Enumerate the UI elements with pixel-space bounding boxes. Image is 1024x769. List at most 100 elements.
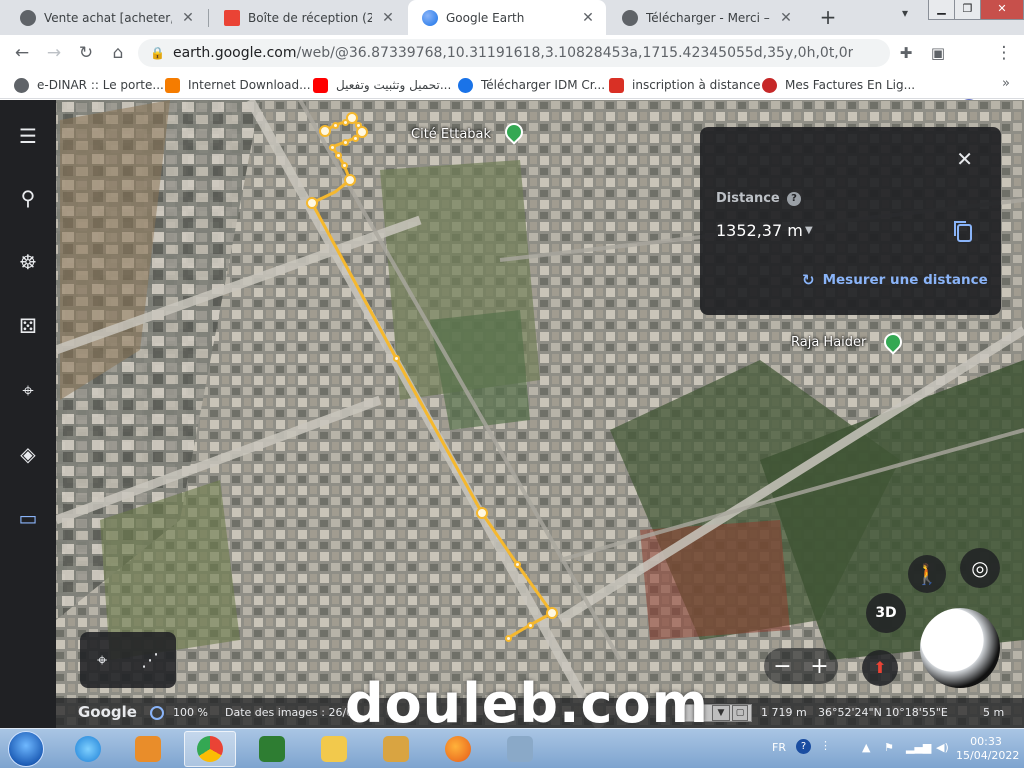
- help-icon[interactable]: ?: [796, 739, 811, 754]
- taskbar-app[interactable]: [370, 731, 422, 767]
- bookmark-item[interactable]: Mes Factures En Lig...: [762, 76, 915, 94]
- feeling-lucky-dice-icon[interactable]: ⚄: [14, 312, 42, 340]
- street-view-pegman-icon[interactable]: 🚶: [908, 555, 946, 593]
- side-panel-icon[interactable]: ▣: [924, 39, 952, 67]
- tab-google-earth[interactable]: Google Earth ✕: [408, 0, 606, 35]
- measure-point-handle[interactable]: [526, 621, 534, 629]
- measure-point-handle[interactable]: [546, 607, 558, 619]
- place-label[interactable]: Raja Haider: [791, 335, 866, 350]
- close-icon[interactable]: ✕: [956, 147, 973, 171]
- measure-point-handle[interactable]: [328, 143, 336, 151]
- measure-point-handle[interactable]: [306, 197, 318, 209]
- place-label[interactable]: Cité Ettabak: [411, 127, 491, 142]
- forward-arrow-icon[interactable]: →: [40, 39, 68, 67]
- measure-point-handle[interactable]: [344, 174, 356, 186]
- url-host: earth.google.com: [172, 45, 297, 61]
- tab-gmail[interactable]: Boîte de réception (27) - ✕: [210, 0, 406, 35]
- extensions-puzzle-icon[interactable]: ✚: [892, 39, 920, 67]
- copy-icon[interactable]: [952, 219, 974, 243]
- bookmark-item[interactable]: e-DINAR :: Le porte...: [14, 76, 164, 94]
- bookmark-item[interactable]: تحميل وتثبيت وتفعيل...: [313, 76, 451, 94]
- measure-distance-button[interactable]: ↻ Mesurer une distance: [802, 271, 988, 289]
- address-bar[interactable]: 🔒 earth.google.com/web/@36.87339768,10.3…: [138, 39, 890, 67]
- flag-icon[interactable]: ⚑: [884, 741, 894, 754]
- more-bookmarks-icon[interactable]: »: [1002, 76, 1010, 91]
- measure-point-handle[interactable]: [392, 354, 400, 362]
- clock[interactable]: 00:33 15/04/2022: [956, 735, 1020, 763]
- distance-value[interactable]: 1352,37 m: [716, 221, 803, 240]
- taskbar-explorer[interactable]: [308, 731, 360, 767]
- draw-line-icon[interactable]: ⋰: [141, 650, 159, 671]
- voyager-helm-icon[interactable]: ☸: [14, 248, 42, 276]
- taskbar-firefox[interactable]: [432, 731, 484, 767]
- back-arrow-icon[interactable]: ←: [8, 39, 36, 67]
- bookmark-item[interactable]: Télécharger IDM Cr...: [458, 76, 605, 94]
- add-placemark-icon[interactable]: ⌖: [97, 650, 107, 671]
- measure-point-handle[interactable]: [319, 125, 331, 137]
- bookmark-label: Internet Download...: [188, 78, 311, 92]
- measure-point-handle[interactable]: [341, 138, 349, 146]
- language-indicator[interactable]: FR: [772, 741, 786, 754]
- loading-ring-icon: [150, 706, 164, 720]
- globe-overview-icon[interactable]: [920, 608, 1000, 688]
- start-button[interactable]: [8, 731, 44, 767]
- help-icon[interactable]: ?: [787, 192, 801, 206]
- projects-pin-icon[interactable]: ⌖: [14, 376, 42, 404]
- hamburger-menu-icon[interactable]: ☰: [14, 122, 42, 150]
- unit-dropdown-chevron-icon[interactable]: ▼: [805, 225, 813, 236]
- taskbar-media[interactable]: [122, 731, 174, 767]
- close-icon[interactable]: ✕: [380, 10, 396, 26]
- taskbar-ie[interactable]: [62, 731, 114, 767]
- envelope-app-icon: [383, 736, 409, 762]
- search-icon[interactable]: ⚲: [14, 184, 42, 212]
- taskbar-chrome[interactable]: [184, 731, 236, 767]
- measure-distance-label: Mesurer une distance: [822, 272, 988, 288]
- close-icon[interactable]: ✕: [778, 10, 794, 26]
- close-icon[interactable]: ✕: [180, 10, 196, 26]
- gmail-icon: [224, 9, 240, 26]
- measure-point-handle[interactable]: [340, 161, 348, 169]
- measure-point-handle[interactable]: [476, 507, 488, 519]
- minimize-button[interactable]: ▁: [928, 0, 955, 20]
- drawing-tools: ⌖ ⋰: [80, 632, 176, 688]
- taskbar-app[interactable]: [246, 731, 298, 767]
- chrome-icon: [197, 736, 223, 762]
- tab-search-chevron-icon[interactable]: ▾: [895, 6, 915, 20]
- reload-icon[interactable]: ↻: [72, 39, 100, 67]
- taskbar-app[interactable]: [494, 731, 546, 767]
- tray-expand-icon[interactable]: ⋮: [820, 739, 831, 752]
- compass-icon[interactable]: ⬆: [862, 650, 898, 686]
- measure-ruler-icon[interactable]: ▭: [14, 504, 42, 532]
- maximize-button[interactable]: ❐: [954, 0, 981, 20]
- tab-vente-achat[interactable]: Vente achat [acheter,vend ✕: [6, 0, 206, 35]
- tab-telecharger[interactable]: Télécharger - Merci – Goo ✕: [608, 0, 804, 35]
- measure-point-handle[interactable]: [331, 121, 339, 129]
- site-icon: [458, 77, 473, 93]
- measure-point-handle[interactable]: [334, 151, 342, 159]
- measure-point-handle[interactable]: [504, 634, 512, 642]
- bookmark-item[interactable]: Internet Download...: [165, 76, 311, 94]
- clock-date: 15/04/2022: [956, 749, 1020, 762]
- tab-separator: [208, 9, 209, 27]
- windows-taskbar: FR ? ⋮ ▲ ⚑ ▂▄▆ ◀) 00:33 15/04/2022: [0, 728, 1024, 768]
- zoom-out-button[interactable]: −: [773, 654, 791, 679]
- chart-app-icon: [259, 736, 285, 762]
- restart-icon: ↻: [802, 271, 815, 289]
- my-location-icon[interactable]: ◎: [960, 548, 1000, 588]
- toggle-3d-button[interactable]: 3D: [866, 593, 906, 633]
- network-signal-icon[interactable]: ▂▄▆: [906, 741, 931, 754]
- new-tab-button[interactable]: +: [815, 4, 841, 30]
- kebab-menu-icon[interactable]: ⋮: [990, 39, 1018, 67]
- bookmark-item[interactable]: inscription à distance: [609, 76, 761, 94]
- measure-point-handle[interactable]: [351, 134, 359, 142]
- restore-box-icon[interactable]: ▢: [732, 705, 748, 721]
- close-icon[interactable]: ✕: [580, 10, 596, 26]
- select-chevron-down-icon[interactable]: ▼: [712, 705, 730, 721]
- measure-point-handle[interactable]: [513, 560, 521, 568]
- zoom-in-button[interactable]: +: [810, 654, 828, 679]
- up-chevron-icon[interactable]: ▲: [862, 741, 870, 754]
- close-window-button[interactable]: ✕: [980, 0, 1024, 20]
- map-style-layers-icon[interactable]: ◈: [14, 440, 42, 468]
- home-icon[interactable]: ⌂: [104, 39, 132, 67]
- volume-icon[interactable]: ◀): [936, 741, 949, 754]
